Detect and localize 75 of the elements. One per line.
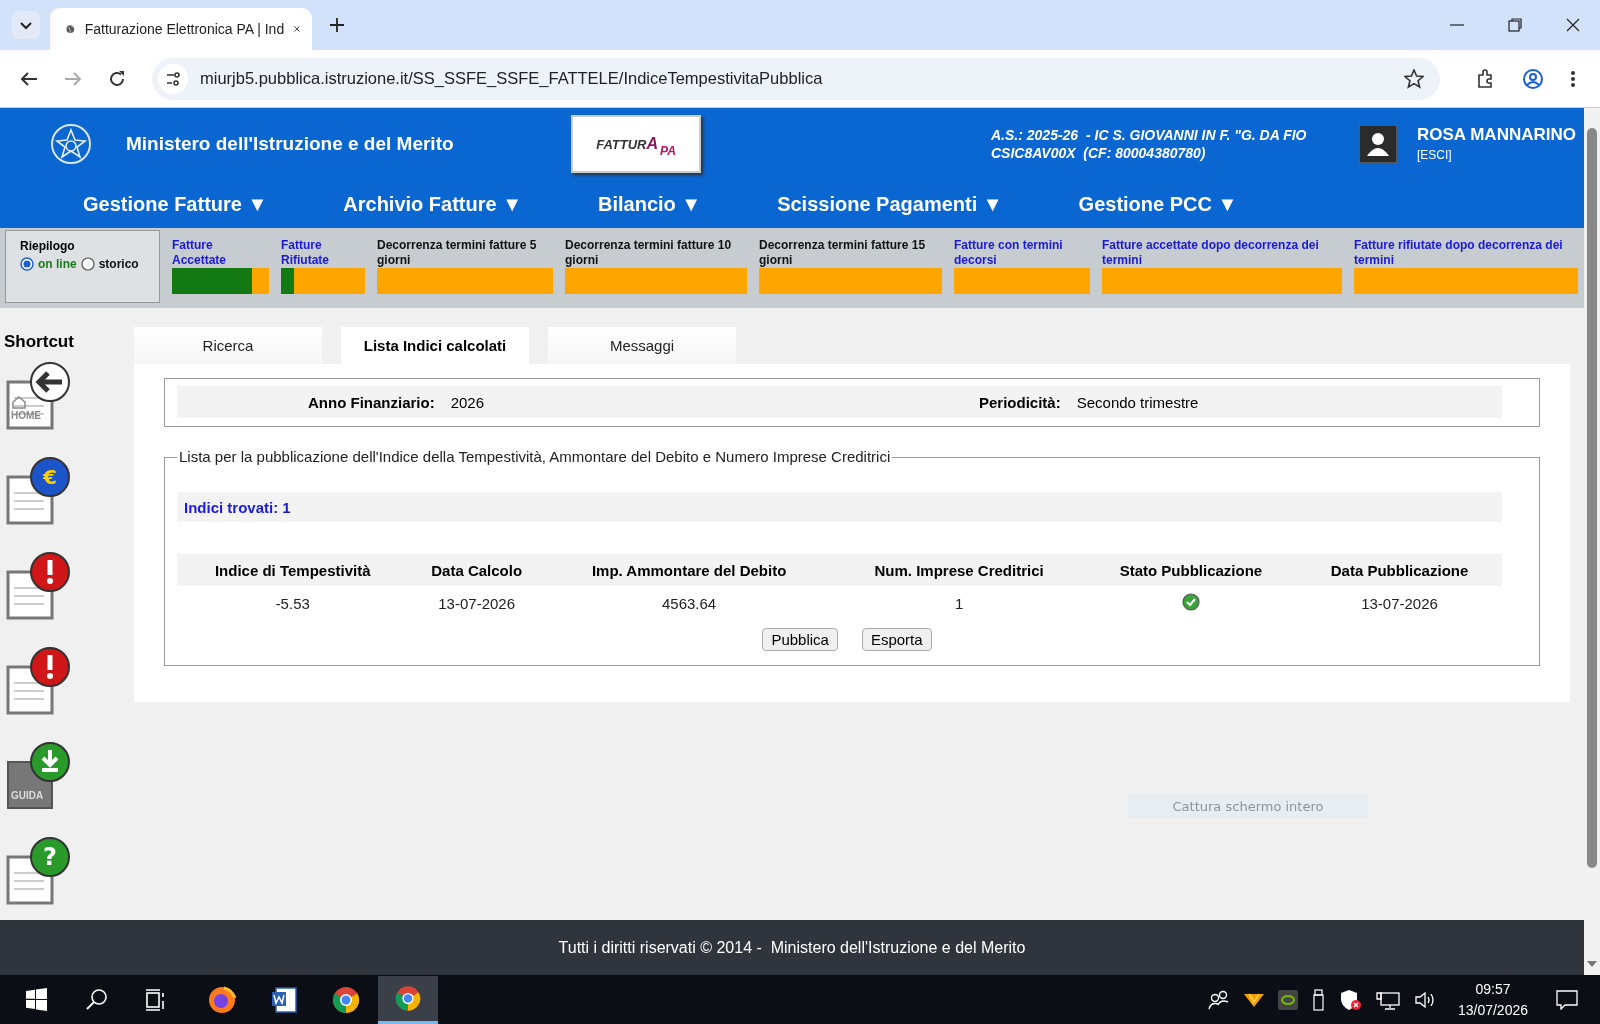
network-icon[interactable]: [1375, 989, 1400, 1010]
column-header: Indice di Tempestività: [177, 554, 409, 586]
security-warning-icon[interactable]: [1339, 988, 1362, 1011]
notifications-icon[interactable]: [1556, 989, 1578, 1010]
indicator-link[interactable]: Fatture Accettate: [172, 238, 269, 268]
browser-tab[interactable]: Fatturazione Elettronica PA | Ind: [50, 8, 312, 50]
user-name: ROSA MANNARINO: [1417, 125, 1576, 145]
tray-app-icon[interactable]: [1243, 991, 1264, 1008]
people-icon[interactable]: [1207, 988, 1230, 1011]
logout-link[interactable]: [ESCI]: [1417, 148, 1452, 162]
table-cell: 4563.64: [544, 586, 834, 620]
close-icon[interactable]: [294, 23, 300, 35]
column-header: Stato Pubblicazione: [1084, 554, 1298, 586]
column-header: Data Pubblicazione: [1297, 554, 1502, 586]
site-settings-icon[interactable]: [158, 63, 188, 94]
address-field[interactable]: miurjb5.pubblica.istruzione.it/SS_SSFE_SSFE_FATTELE/IndiceTempestivitaPubblica: [152, 57, 1440, 100]
indicator-label: Decorrenza termini fatture 5 giorni: [377, 238, 538, 268]
indicator-link[interactable]: Fatture rifiutate dopo decorrenza dei termini: [1354, 238, 1578, 268]
tab-title: Fatturazione Elettronica PA | Ind: [84, 21, 285, 37]
column-header: Data Calcolo: [408, 554, 545, 586]
results-count: Indici trovati: 1: [184, 498, 291, 516]
tab[interactable]: Messaggi: [548, 327, 736, 364]
indicator-link[interactable]: Fatture accettate dopo decorrenza dei termini: [1102, 238, 1342, 268]
footer-text: Tutti i diritti riservati © 2014 - Ministero dell'Istruzione e del Merito: [0, 920, 1584, 975]
shortcut-title: Shortcut: [3, 332, 75, 352]
menu-item[interactable]: Gestione Fatture ▼: [83, 192, 268, 216]
close-icon[interactable]: [1566, 18, 1580, 32]
table-cell: 13-07-2026: [408, 586, 545, 620]
menu-item[interactable]: Scissione Pagamenti ▼: [777, 192, 1003, 216]
fieldset-legend: Lista per la pubblicazione dell'Indice della Tempestività, Ammontare del Debito e Numero Imprese Creditrici: [177, 448, 893, 465]
school-info: A.S.: 2025-26 - IC S. GIOVANNI IN F. "G. DA FIO: [991, 126, 1308, 144]
indicator-link[interactable]: Fatture Rifiutate: [281, 238, 365, 268]
avatar-icon: [1359, 125, 1397, 163]
field-value: 2026: [450, 393, 485, 411]
summary-title: Riepilogo: [20, 239, 76, 253]
scroll-down-icon[interactable]: [1587, 961, 1597, 967]
browser-icon[interactable]: [378, 975, 438, 1024]
action-button[interactable]: Pubblica: [762, 628, 838, 651]
clock[interactable]: 09:57 13/07/2026: [1457, 978, 1528, 1021]
indicator-link[interactable]: Fatture con termini decorsi: [954, 238, 1090, 268]
menu-icon[interactable]: [1570, 69, 1576, 88]
graphics-icon[interactable]: [1277, 989, 1298, 1010]
radio-button[interactable]: [80, 257, 95, 271]
star-icon[interactable]: [1404, 68, 1424, 89]
usb-icon[interactable]: [1311, 988, 1326, 1011]
indicator-label: Decorrenza termini fatture 10 giorni: [565, 238, 733, 268]
action-button[interactable]: Esporta: [861, 628, 932, 651]
menu-item[interactable]: Bilancio ▼: [598, 192, 702, 216]
back-icon[interactable]: [20, 69, 38, 88]
tab[interactable]: Lista Indici calcolati: [341, 327, 529, 364]
field-value: Secondo trimestre: [1076, 393, 1199, 411]
table-cell: 1: [833, 586, 1085, 620]
menu-item[interactable]: Archivio Fatture ▼: [343, 192, 522, 216]
table-cell: 13-07-2026: [1297, 586, 1502, 620]
school-code: CSIC8AV00X (CF: 80004380780): [991, 144, 1207, 162]
column-header: Imp. Ammontare del Debito: [544, 554, 834, 586]
volume-icon[interactable]: [1413, 989, 1436, 1010]
ministry-title: Ministero dell'Istruzione e del Merito: [126, 133, 455, 155]
radio-label: on line: [38, 257, 77, 271]
table-cell: -5.53: [177, 586, 409, 620]
column-header: Num. Imprese Creditrici: [833, 554, 1085, 586]
radio-button[interactable]: [20, 257, 34, 271]
emblem-icon: [49, 121, 93, 167]
field-label: Anno Finanziario:: [308, 393, 435, 411]
indicator-label: Decorrenza termini fatture 15 giorni: [759, 238, 927, 268]
forward-icon: [64, 69, 82, 88]
radio-label: storico: [98, 257, 139, 271]
restore-icon[interactable]: [1508, 18, 1522, 32]
reload-icon[interactable]: [108, 69, 126, 88]
tab[interactable]: Ricerca: [134, 327, 322, 364]
field-label: Periodicità:: [979, 393, 1061, 411]
tab-list-icon[interactable]: [12, 11, 40, 39]
profile-icon[interactable]: [1522, 67, 1544, 90]
menu-item[interactable]: Gestione PCC ▼: [1078, 192, 1238, 216]
new-tab-icon[interactable]: [330, 18, 344, 32]
